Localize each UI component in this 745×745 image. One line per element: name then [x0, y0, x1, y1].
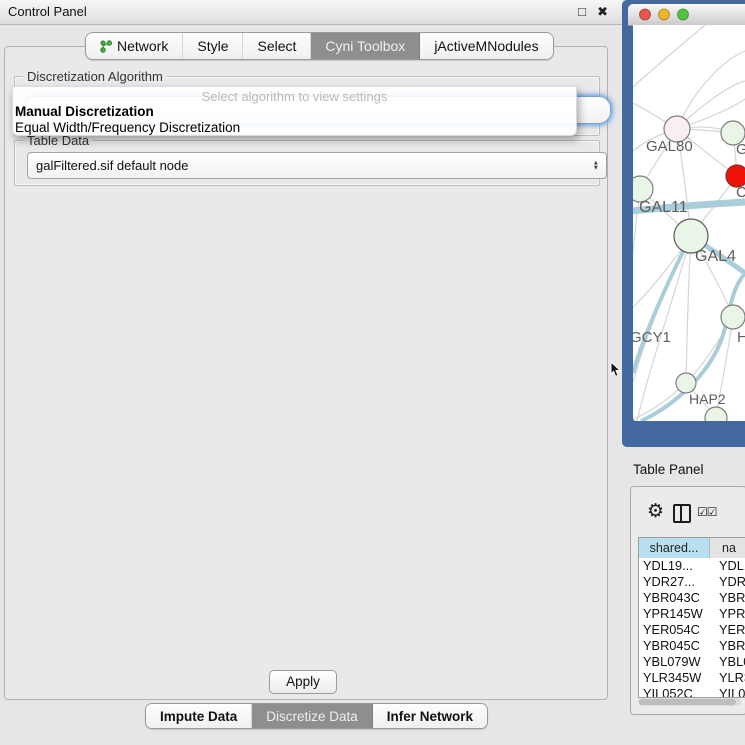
tab-discretize-data[interactable]: Discretize Data	[252, 704, 373, 728]
cell-name[interactable]: YBL0	[713, 654, 745, 670]
node-label: C	[736, 184, 745, 201]
tab-label: Cyni Toolbox	[325, 38, 405, 54]
spinner-arrows-icon: ▲▼	[593, 160, 599, 171]
network-graph: GAL80 GA C GAL11 GAL4 GCY1 H HAP2	[633, 25, 745, 421]
tab-label: Discretize Data	[266, 709, 358, 724]
dropdown-option-manual[interactable]: Manual Discretization	[15, 104, 154, 119]
select-columns-icon[interactable]: ☑☑	[697, 505, 717, 519]
apply-button[interactable]: Apply	[269, 670, 337, 694]
control-panel-titlebar: Control Panel □ ✖	[0, 0, 622, 25]
table-row[interactable]: YBR043C YBR0	[639, 590, 745, 606]
tab-infer-network[interactable]: Infer Network	[373, 704, 487, 728]
table-horizontal-scrollbar[interactable]	[638, 698, 741, 706]
network-icon	[100, 40, 112, 53]
cell-shared-name[interactable]: YIL052C	[639, 686, 713, 698]
node-label: GA	[736, 141, 745, 158]
algorithm-dropdown-popup: Select algorithm to view settings Manual…	[12, 87, 577, 136]
cell-shared-name[interactable]: YDR27...	[639, 574, 713, 590]
tab-style[interactable]: Style	[183, 33, 243, 59]
table-row[interactable]: YLR345W YLR3	[639, 670, 745, 686]
column-header-shared-name[interactable]: shared...	[639, 538, 710, 558]
tab-label: Impute Data	[160, 709, 237, 724]
dropdown-placeholder-option[interactable]: Select algorithm to view settings	[13, 89, 576, 104]
cell-name[interactable]: YBR0	[713, 638, 745, 654]
tab-label: Infer Network	[387, 709, 473, 724]
cell-name[interactable]: YER0	[713, 622, 745, 638]
cell-shared-name[interactable]: YLR345W	[639, 670, 713, 686]
cell-shared-name[interactable]: YER054C	[639, 622, 713, 638]
node-label: HAP2	[689, 391, 726, 407]
table-data-combobox[interactable]: galFiltered.sif default node ▲▼	[27, 152, 607, 179]
node-label: GAL4	[695, 248, 736, 265]
table-row[interactable]: YDL19... YDL1	[639, 558, 745, 574]
tab-impute-data[interactable]: Impute Data	[146, 704, 252, 728]
table-panel-title: Table Panel	[633, 462, 704, 477]
table-row[interactable]: YIL052C YIL0	[639, 686, 745, 698]
combobox-value: galFiltered.sif default node	[36, 158, 188, 173]
table-row[interactable]: YPR145W YPR1	[639, 606, 745, 622]
network-window-titlebar	[628, 4, 745, 26]
panel-title: Control Panel	[8, 4, 87, 19]
close-panel-icon[interactable]: ✖	[597, 4, 608, 19]
cell-name[interactable]: YPR1	[713, 606, 745, 622]
gear-icon[interactable]: ⚙	[647, 500, 664, 523]
node-label: GAL11	[639, 199, 688, 216]
cell-name[interactable]: YIL0	[713, 686, 745, 698]
tab-select[interactable]: Select	[243, 33, 311, 59]
traffic-lights	[628, 4, 698, 25]
table-panel-toolbar: ⚙ ☑☑	[631, 487, 745, 535]
tab-label: Select	[257, 38, 296, 54]
node-hap2[interactable]	[676, 373, 696, 393]
cyni-bottom-tabs: Impute Data Discretize Data Infer Networ…	[145, 703, 488, 729]
node-label: GAL80	[646, 138, 693, 155]
tab-cyni-toolbox[interactable]: Cyni Toolbox	[311, 33, 420, 59]
float-window-icon[interactable]: □	[578, 4, 586, 19]
cell-shared-name[interactable]: YDL19...	[639, 558, 713, 574]
table-row[interactable]: YER054C YER0	[639, 622, 745, 638]
scrollbar-thumb[interactable]	[639, 699, 736, 705]
close-window-icon[interactable]	[640, 9, 651, 20]
group-title: Discretization Algorithm	[23, 69, 167, 84]
cell-shared-name[interactable]: YPR145W	[639, 606, 713, 622]
split-table-icon[interactable]	[673, 504, 691, 523]
table-row[interactable]: YBR045C YBR0	[639, 638, 745, 654]
column-header-name[interactable]: na	[710, 538, 745, 558]
cell-name[interactable]: YDR2	[713, 574, 745, 590]
table-data-group: Table Data galFiltered.sif default node …	[14, 140, 600, 186]
tab-network[interactable]: Network	[86, 33, 183, 59]
cell-shared-name[interactable]: YBR045C	[639, 638, 713, 654]
table-header-row: shared... na	[639, 538, 745, 558]
cell-name[interactable]: YLR3	[713, 670, 745, 686]
control-panel-tabs: Network Style Select Cyni Toolbox jActiv…	[85, 32, 554, 60]
tab-label: jActiveMNodules	[434, 38, 538, 54]
zoom-window-icon[interactable]	[678, 9, 689, 20]
cell-name[interactable]: YDL1	[713, 558, 745, 574]
tab-label: Style	[197, 38, 228, 54]
network-view-window: GAL80 GA C GAL11 GAL4 GCY1 H HAP2	[622, 0, 745, 447]
table-row[interactable]: YBL079W YBL0	[639, 654, 745, 670]
node-h[interactable]	[721, 305, 745, 329]
node-label: H	[737, 329, 745, 346]
node-table: shared... na YDL19... YDL1 YDR27... YDR2…	[638, 537, 745, 698]
network-canvas[interactable]: GAL80 GA C GAL11 GAL4 GCY1 H HAP2	[633, 25, 745, 421]
minimize-window-icon[interactable]	[659, 9, 670, 20]
dropdown-option-equal-width[interactable]: Equal Width/Frequency Discretization	[15, 120, 240, 135]
tab-label: Network	[117, 38, 168, 54]
table-panel: ⚙ ☑☑ shared... na YDL19... YDL1 YDR27...…	[630, 486, 745, 715]
node-label: GCY1	[633, 329, 671, 346]
cell-name[interactable]: YBR0	[713, 590, 745, 606]
cell-shared-name[interactable]: YBR043C	[639, 590, 713, 606]
mouse-cursor	[610, 362, 622, 379]
tab-jactivemnodules[interactable]: jActiveMNodules	[420, 33, 552, 59]
cell-shared-name[interactable]: YBL079W	[639, 654, 713, 670]
table-row[interactable]: YDR27... YDR2	[639, 574, 745, 590]
